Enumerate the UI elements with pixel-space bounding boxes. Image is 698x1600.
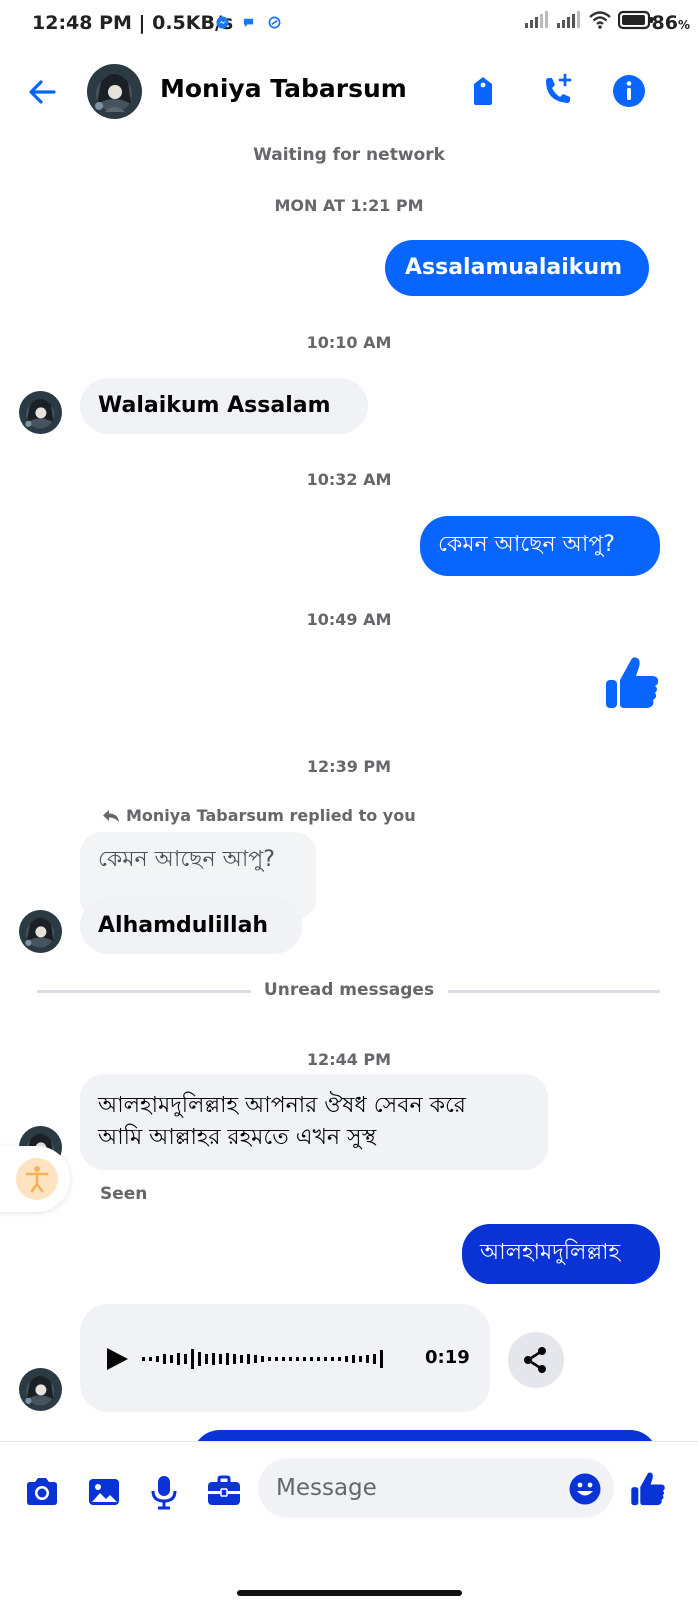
- outgoing-message[interactable]: Assalamualaikum: [385, 240, 649, 296]
- contact-avatar-small: [19, 1368, 62, 1411]
- seen-status: Seen: [100, 1184, 148, 1204]
- incoming-message[interactable]: Walaikum Assalam: [80, 378, 368, 434]
- status-time: 12:48 PM | 0.5KB/s: [32, 12, 234, 34]
- briefcase-icon[interactable]: [204, 1472, 244, 1512]
- contact-avatar[interactable]: [87, 64, 142, 119]
- incoming-message[interactable]: আলহামদুলিল্লাহ আপনার ঔষধ সেবন করে আমি আল…: [80, 1074, 548, 1170]
- contact-name[interactable]: Moniya Tabarsum: [160, 74, 407, 103]
- thumbs-up-icon[interactable]: [604, 654, 660, 712]
- tag-icon[interactable]: [464, 72, 502, 110]
- battery-percent: 86%: [651, 12, 690, 34]
- timestamp: 10:49 AM: [306, 610, 392, 629]
- info-icon[interactable]: [610, 72, 648, 110]
- battery-icon: [618, 10, 653, 30]
- timestamp: 10:10 AM: [306, 333, 392, 352]
- chat-header: Moniya Tabarsum: [0, 52, 698, 132]
- replied-label: Moniya Tabarsum replied to you: [126, 806, 416, 825]
- status-bar: 12:48 PM | 0.5KB/s 86%: [0, 0, 698, 52]
- emoji-icon[interactable]: [568, 1472, 602, 1506]
- wifi-icon: [589, 11, 611, 29]
- reply-icon: [103, 809, 119, 822]
- chat-notification-icon: [243, 18, 254, 28]
- system-indicators: [524, 10, 654, 30]
- contact-avatar-small: [19, 910, 62, 953]
- back-arrow-icon[interactable]: [24, 74, 60, 110]
- share-icon: [524, 1347, 546, 1373]
- reply-context: Moniya Tabarsum replied to you: [102, 806, 416, 825]
- accessibility-icon: [25, 1166, 49, 1193]
- incoming-message[interactable]: Alhamdulillah: [80, 898, 302, 954]
- timestamp: 10:32 AM: [306, 470, 392, 489]
- timestamp: 12:44 PM: [306, 1050, 392, 1069]
- composer-bar: [0, 1441, 698, 1600]
- message-line: আমি আল্লাহর রহমতে এখন সুস্থ: [98, 1125, 377, 1150]
- timestamp: MON AT 1:21 PM: [274, 196, 424, 215]
- add-call-icon[interactable]: [538, 72, 576, 110]
- network-status: Waiting for network: [253, 145, 445, 165]
- microphone-icon[interactable]: [144, 1472, 184, 1512]
- signal-icon-2: [557, 11, 580, 28]
- accessibility-button[interactable]: [0, 1146, 70, 1212]
- message-input[interactable]: [258, 1458, 614, 1518]
- waveform[interactable]: [142, 1344, 472, 1374]
- share-button[interactable]: [508, 1332, 564, 1388]
- messenger-notification-icon: [216, 16, 229, 29]
- timestamp: 12:39 PM: [306, 757, 392, 776]
- play-icon[interactable]: [104, 1346, 130, 1372]
- camera-icon[interactable]: [22, 1472, 62, 1512]
- outgoing-message[interactable]: কেমন আছেন আপু?: [420, 516, 660, 576]
- home-indicator[interactable]: [237, 1590, 462, 1596]
- outgoing-message[interactable]: আলহামদুলিল্লাহ: [462, 1224, 660, 1284]
- message-line: আলহামদুলিল্লাহ আপনার ঔষধ সেবন করে: [98, 1093, 466, 1118]
- signal-icon: [525, 11, 548, 28]
- send-like-icon[interactable]: [630, 1470, 666, 1508]
- unread-divider: Unread messages: [263, 980, 435, 1000]
- sync-notification-icon: [268, 16, 281, 29]
- voice-duration: 0:19: [425, 1347, 470, 1368]
- contact-avatar-small: [19, 391, 62, 434]
- gallery-icon[interactable]: [84, 1472, 124, 1512]
- voice-message: 0:19: [80, 1304, 490, 1412]
